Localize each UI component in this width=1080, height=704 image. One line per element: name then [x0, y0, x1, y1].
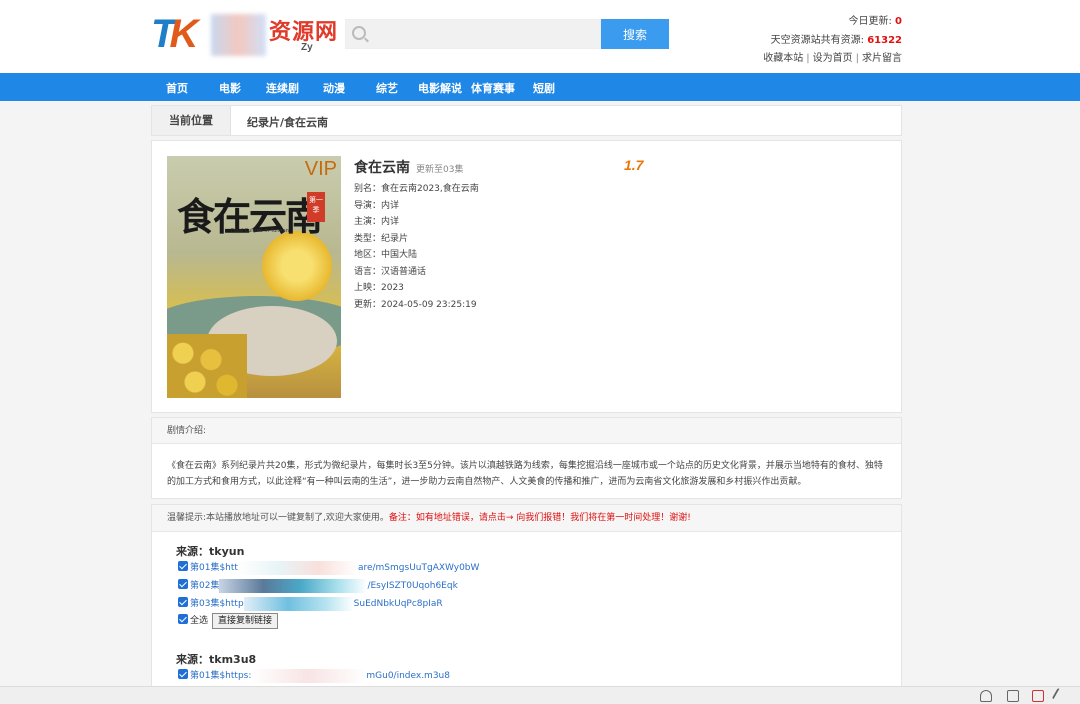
season-badge: 第一季 — [307, 192, 325, 222]
nav-item-home[interactable]: 首页 — [166, 80, 188, 96]
episode-link[interactable]: 第01集$https: mGu0/index.m3u8 — [178, 669, 450, 683]
update-status: 更新至03集 — [416, 165, 464, 175]
main-nav: 首页 电影 连续剧 动漫 综艺 电影解说 体育赛事 短剧 — [0, 73, 1080, 101]
redacted-area — [251, 669, 367, 683]
info-region: 地区：中国大陆 — [354, 250, 418, 260]
info-genre: 类型：纪录片 — [354, 233, 409, 244]
copy-links-button[interactable]: 直接复制链接 — [212, 613, 279, 629]
logo-blurred-area — [211, 14, 266, 56]
rating-score: 1.7 — [624, 157, 644, 173]
video-title: 食在云南 — [354, 160, 410, 176]
nav-item-movies[interactable]: 电影 — [219, 80, 241, 96]
browser-status-bar — [0, 686, 1080, 704]
info-director: 导演：内详 — [354, 200, 400, 211]
divider: | — [806, 53, 810, 64]
site-header: TK 资源网 Zy 搜索 今日更新: 0 天空资源站共有资源: 61322 收藏… — [0, 0, 1080, 73]
select-all-checkbox[interactable] — [178, 614, 188, 624]
nav-item-series[interactable]: 连续剧 — [266, 80, 299, 96]
info-release: 上映：2023 — [354, 283, 404, 293]
breadcrumb-label: 当前位置 — [152, 106, 231, 135]
episode-label: 第01集$https: — [190, 671, 252, 681]
nav-item-short-drama[interactable]: 短剧 — [533, 80, 555, 96]
redacted-area — [219, 579, 368, 593]
search-icon — [352, 26, 366, 40]
logo-mark-icon: TK — [151, 12, 198, 56]
episode-link[interactable]: 第03集$http SuEdNbkUqPc8pIaR — [178, 597, 443, 611]
today-update-count: 0 — [895, 16, 902, 27]
nav-item-variety[interactable]: 综艺 — [376, 80, 398, 96]
top-links: 收藏本站 | 设为首页 | 求片留言 — [763, 49, 902, 64]
intro-text: 《食在云南》系列纪录片共20集，形式为微纪录片，每集时长3至5分钟。该片以滇越铁… — [167, 461, 883, 487]
total-resources-count: 61322 — [867, 35, 902, 46]
video-detail: 食在云南 VIP 第一季 Food Culture In Yunnan 食在云南… — [151, 140, 902, 413]
search-input[interactable] — [372, 24, 594, 44]
pin-icon[interactable] — [1051, 687, 1069, 704]
episode-link[interactable]: 第01集$htt are/mSmgsUuTgAXWy0bW — [178, 561, 479, 575]
episode-url: are/mSmgsUuTgAXWy0bW — [357, 563, 480, 573]
request-link[interactable]: 求片留言 — [862, 53, 902, 64]
report-error-link[interactable]: 备注：如有地址错误，请点击→ 向我们报错！我们将在第一时间处理！谢谢! — [389, 513, 691, 523]
select-all-label: 全选 — [190, 616, 209, 626]
breadcrumb: 当前位置 纪录片/食在云南 — [151, 105, 902, 136]
shield-icon[interactable] — [980, 690, 992, 702]
divider: | — [855, 53, 859, 64]
source-title: 来源：tkm3u8 — [176, 653, 257, 666]
image-icon[interactable] — [1007, 690, 1019, 702]
nav-item-anime[interactable]: 动漫 — [323, 80, 345, 96]
info-language: 语言：汉语普通话 — [354, 266, 427, 277]
record-icon[interactable] — [1032, 690, 1044, 702]
video-info: 食在云南 更新至03集 别名：食在云南2023,食在云南 导演：内详 主演：内详 … — [354, 157, 479, 313]
tip-text: 温馨提示:本站播放地址可以一键复制了,欢迎大家使用。 — [167, 513, 389, 523]
episode-url: /EsyISZT0Uqoh6Eqk — [367, 581, 458, 591]
redacted-area — [237, 561, 358, 575]
info-alias: 别名：食在云南2023,食在云南 — [354, 184, 479, 194]
episode-url: mGu0/index.m3u8 — [366, 671, 450, 681]
info-cast: 主演：内详 — [354, 217, 400, 227]
episode-link[interactable]: 第02集/EsyISZT0Uqoh6Eqk — [178, 579, 458, 593]
breadcrumb-path[interactable]: 纪录片/食在云南 — [247, 114, 328, 130]
site-stats: 今日更新: 0 天空资源站共有资源: 61322 — [771, 12, 902, 50]
bookmark-link[interactable]: 收藏本站 — [763, 53, 803, 64]
poster-art — [262, 231, 332, 301]
nav-item-movie-commentary[interactable]: 电影解说 — [418, 80, 462, 96]
poster-image: 食在云南 VIP 第一季 Food Culture In Yunnan — [167, 156, 341, 398]
search-box — [345, 19, 601, 49]
total-resources-label: 天空资源站共有资源: — [770, 35, 865, 46]
source-title: 来源：tkyun — [176, 545, 245, 558]
nav-item-sports[interactable]: 体育赛事 — [471, 80, 515, 96]
tip-bar: 温馨提示:本站播放地址可以一键复制了,欢迎大家使用。备注：如有地址错误，请点击→… — [152, 505, 901, 532]
site-logo[interactable]: TK 资源网 Zy — [151, 12, 341, 58]
episode-label: 第02集 — [190, 581, 220, 591]
select-all-row: 全选 直接复制链接 — [178, 613, 279, 629]
episode-checkbox[interactable] — [178, 597, 188, 607]
info-updated: 更新：2024-05-09 23:25:19 — [354, 299, 477, 310]
episode-checkbox[interactable] — [178, 579, 188, 589]
logo-sub: Zy — [301, 42, 313, 53]
set-homepage-link[interactable]: 设为首页 — [813, 53, 853, 64]
plot-intro: 剧情介绍: 《食在云南》系列纪录片共20集，形式为微纪录片，每集时长3至5分钟。… — [151, 417, 902, 499]
today-update-label: 今日更新: — [848, 16, 892, 27]
search-button[interactable]: 搜索 — [601, 19, 669, 49]
episode-checkbox[interactable] — [178, 669, 188, 679]
poster-subtitle: Food Culture In Yunnan — [231, 228, 289, 234]
episode-label: 第03集$http — [190, 599, 244, 609]
poster-art — [167, 334, 247, 398]
page: TK 资源网 Zy 搜索 今日更新: 0 天空资源站共有资源: 61322 收藏… — [0, 0, 1080, 704]
episode-checkbox[interactable] — [178, 561, 188, 571]
play-sources: 温馨提示:本站播放地址可以一键复制了,欢迎大家使用。备注：如有地址错误，请点击→… — [151, 504, 902, 704]
intro-heading: 剧情介绍: — [152, 418, 901, 444]
vip-badge: VIP — [304, 158, 337, 180]
redacted-area — [243, 597, 354, 611]
episode-label: 第01集$htt — [190, 563, 238, 573]
episode-url: SuEdNbkUqPc8pIaR — [353, 599, 443, 609]
